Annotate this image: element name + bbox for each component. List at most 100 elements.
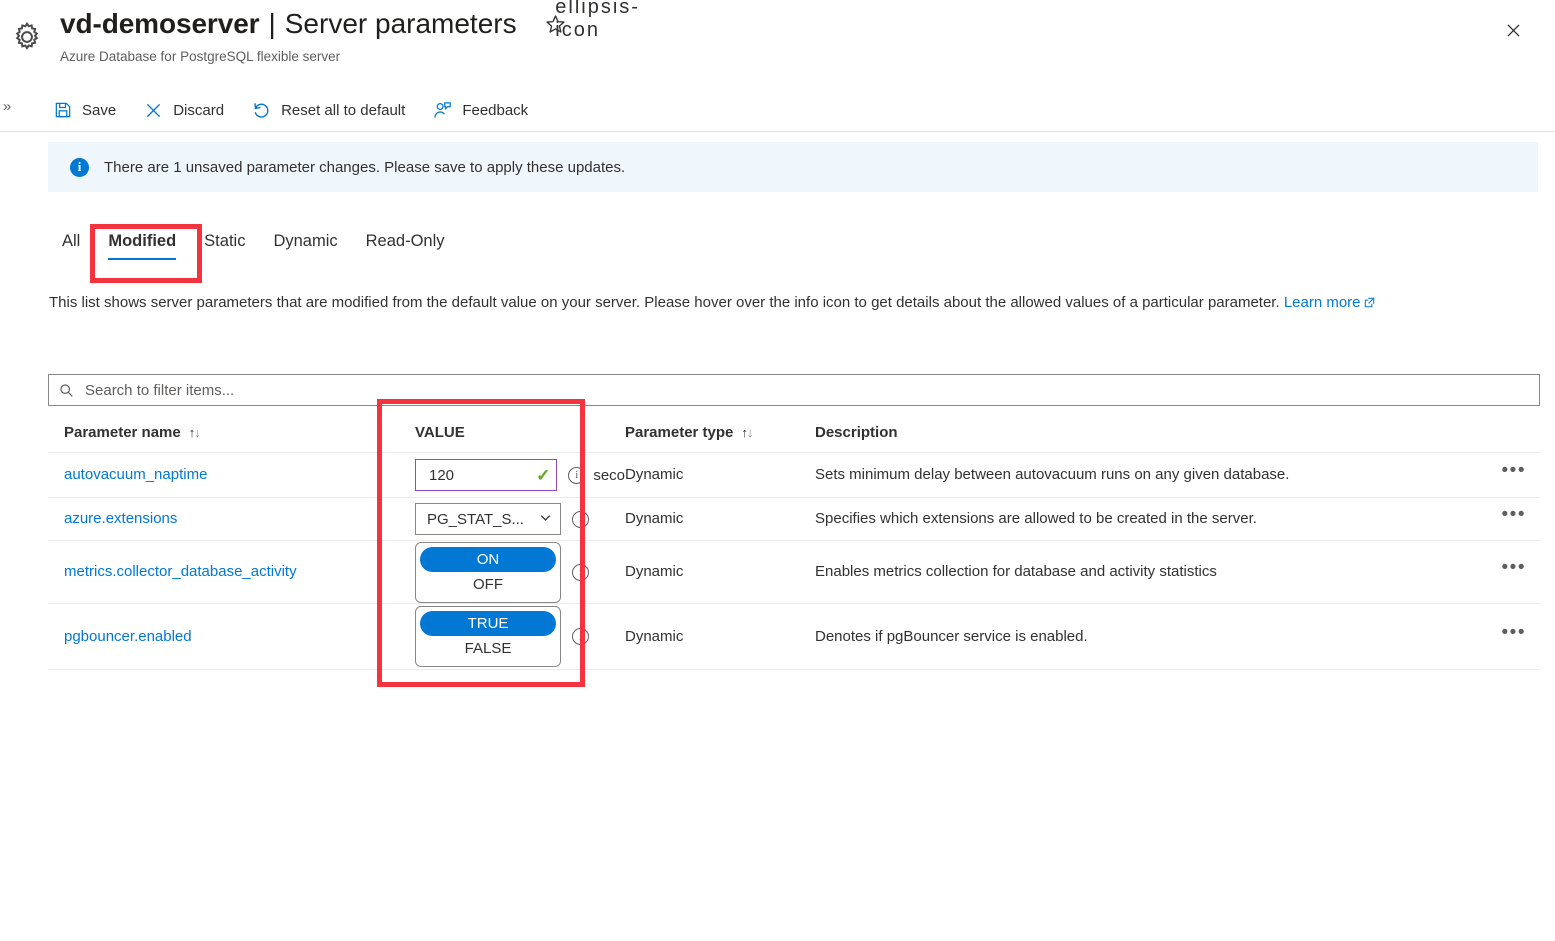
more-options-ellipsis-icon[interactable]: ellipsis-icon bbox=[555, 0, 638, 41]
feedback-button[interactable]: Feedback bbox=[428, 93, 541, 127]
close-icon[interactable] bbox=[1497, 14, 1529, 46]
discard-label: Discard bbox=[173, 101, 225, 119]
description-cell: Denotes if pgBouncer service is enabled. bbox=[815, 628, 1480, 646]
toggle-option-on[interactable]: ON bbox=[420, 546, 556, 572]
valid-check-icon: ✓ bbox=[536, 465, 551, 485]
tab-static[interactable]: Static bbox=[190, 228, 259, 263]
row-context-menu-ellipsis-icon[interactable]: ••• bbox=[1480, 505, 1540, 527]
row-context-menu-ellipsis-icon[interactable]: ••• bbox=[1480, 623, 1540, 645]
table-row: metrics.collector_database_activity ON O… bbox=[48, 541, 1540, 604]
discard-x-icon bbox=[143, 100, 164, 121]
learn-more-link[interactable]: Learn more bbox=[1284, 294, 1361, 311]
row-actions-cell: ••• bbox=[1480, 505, 1540, 527]
server-parameters-blade: » vd-demoserver | Server parameters elli… bbox=[0, 0, 1555, 941]
toggle-option-false[interactable]: FALSE bbox=[420, 636, 556, 661]
title-separator: | bbox=[268, 8, 276, 39]
parameter-type-cell: Dynamic bbox=[625, 466, 815, 484]
feedback-label: Feedback bbox=[462, 101, 529, 119]
sort-arrows-icon[interactable]: ↑↓ bbox=[741, 425, 753, 440]
description-cell: Specifies which extensions are allowed t… bbox=[815, 510, 1480, 528]
column-label: Parameter type bbox=[625, 424, 734, 441]
parameters-table: Parameter name ↑↓ VALUE Parameter type ↑… bbox=[48, 413, 1540, 670]
parameter-name-cell: autovacuum_naptime bbox=[48, 466, 393, 484]
info-circle-icon[interactable]: i bbox=[568, 466, 586, 484]
autovacuum-naptime-input[interactable] bbox=[427, 465, 537, 485]
tab-read-only[interactable]: Read-Only bbox=[352, 228, 459, 263]
description-cell: Sets minimum delay between autovacuum ru… bbox=[815, 466, 1480, 484]
reset-all-to-default-button[interactable]: Reset all to default bbox=[247, 93, 418, 127]
tab-all[interactable]: All bbox=[48, 228, 94, 263]
save-label: Save bbox=[82, 101, 117, 119]
parameter-link-autovacuum-naptime[interactable]: autovacuum_naptime bbox=[64, 466, 207, 483]
info-circle-icon[interactable]: i bbox=[572, 563, 589, 581]
notification-message: There are 1 unsaved parameter changes. P… bbox=[104, 158, 626, 176]
chevron-down-icon bbox=[539, 511, 552, 527]
azure-extensions-selected-value: PG_STAT_S... bbox=[427, 510, 524, 528]
description-value: Enables metrics collection for database … bbox=[815, 563, 1217, 580]
save-icon bbox=[52, 100, 73, 121]
row-context-menu-ellipsis-icon[interactable]: ••• bbox=[1480, 558, 1540, 580]
parameter-name-cell: pgbouncer.enabled bbox=[48, 628, 393, 646]
pgbouncer-enabled-toggle-group: TRUE FALSE bbox=[415, 606, 561, 667]
table-row: azure.extensions PG_STAT_S... i Dynamic … bbox=[48, 498, 1540, 541]
column-header-parameter-type[interactable]: Parameter type ↑↓ bbox=[625, 424, 815, 441]
parameter-link-metrics-collector-database-activity[interactable]: metrics.collector_database_activity bbox=[64, 563, 297, 580]
tab-modified[interactable]: Modified bbox=[94, 228, 190, 263]
column-header-description[interactable]: Description bbox=[815, 424, 1480, 441]
command-bar-divider bbox=[0, 131, 1555, 132]
row-actions-cell: ••• bbox=[1480, 461, 1540, 483]
value-unit-label: seco bbox=[593, 466, 625, 484]
parameter-link-azure-extensions[interactable]: azure.extensions bbox=[64, 510, 177, 527]
resource-subtitle: Azure Database for PostgreSQL flexible s… bbox=[60, 49, 341, 64]
command-bar: Save Discard Reset all to default Feedba… bbox=[48, 89, 1538, 131]
blade-description: This list shows server parameters that a… bbox=[49, 292, 1541, 314]
table-header-row: Parameter name ↑↓ VALUE Parameter type ↑… bbox=[48, 413, 1540, 453]
discard-button[interactable]: Discard bbox=[139, 93, 237, 127]
metrics-collector-toggle-group: ON OFF bbox=[415, 541, 561, 603]
save-button[interactable]: Save bbox=[48, 93, 129, 127]
page-title: vd-demoserver | Server parameters ellips… bbox=[60, 0, 638, 41]
toggle-option-true[interactable]: TRUE bbox=[420, 611, 556, 636]
description-text: This list shows server parameters that a… bbox=[49, 294, 1284, 311]
unsaved-changes-notification: i There are 1 unsaved parameter changes.… bbox=[48, 142, 1538, 192]
resource-name: vd-demoserver bbox=[60, 8, 260, 39]
parameter-type-value: Dynamic bbox=[625, 510, 684, 527]
sort-arrows-icon[interactable]: ↑↓ bbox=[189, 425, 201, 440]
parameter-type-cell: Dynamic bbox=[625, 510, 815, 528]
blade-header: vd-demoserver | Server parameters ellips… bbox=[0, 0, 1555, 84]
reset-undo-icon bbox=[251, 100, 272, 121]
parameter-name-cell: azure.extensions bbox=[48, 510, 393, 528]
toggle-option-off[interactable]: OFF bbox=[420, 572, 556, 597]
parameter-type-cell: Dynamic bbox=[625, 628, 815, 646]
column-label: Description bbox=[815, 424, 898, 441]
row-context-menu-ellipsis-icon[interactable]: ••• bbox=[1480, 461, 1540, 483]
expand-rail-chevron-icon[interactable]: » bbox=[0, 96, 14, 118]
external-link-icon bbox=[1364, 293, 1375, 308]
search-filter-box[interactable] bbox=[48, 374, 1540, 406]
search-input[interactable] bbox=[83, 376, 1539, 404]
gear-icon bbox=[8, 18, 46, 56]
reset-all-label: Reset all to default bbox=[281, 101, 406, 119]
row-actions-cell: ••• bbox=[1480, 623, 1540, 645]
info-circle-icon[interactable]: i bbox=[572, 628, 589, 645]
value-cell: ON OFF i bbox=[393, 541, 625, 603]
column-label: VALUE bbox=[415, 424, 465, 441]
value-cell: ✓ i seco bbox=[393, 459, 625, 491]
value-cell: PG_STAT_S... i bbox=[393, 503, 625, 535]
description-value: Specifies which extensions are allowed t… bbox=[815, 510, 1257, 527]
feedback-person-icon bbox=[432, 100, 453, 121]
table-row: pgbouncer.enabled TRUE FALSE i Dynamic D… bbox=[48, 604, 1540, 670]
column-label: Parameter name bbox=[64, 424, 181, 441]
parameter-type-value: Dynamic bbox=[625, 627, 684, 645]
blade-name: Server parameters bbox=[284, 8, 517, 39]
parameter-link-pgbouncer-enabled[interactable]: pgbouncer.enabled bbox=[64, 628, 192, 645]
tab-dynamic[interactable]: Dynamic bbox=[259, 228, 351, 263]
column-header-value[interactable]: VALUE bbox=[393, 424, 625, 441]
autovacuum-naptime-input-wrap[interactable]: ✓ bbox=[415, 459, 558, 491]
search-icon bbox=[59, 383, 74, 398]
info-icon: i bbox=[70, 157, 89, 177]
column-header-parameter-name[interactable]: Parameter name ↑↓ bbox=[48, 424, 393, 441]
info-circle-icon[interactable]: i bbox=[572, 510, 589, 528]
azure-extensions-select[interactable]: PG_STAT_S... bbox=[415, 503, 561, 535]
description-cell: Enables metrics collection for database … bbox=[815, 563, 1480, 581]
